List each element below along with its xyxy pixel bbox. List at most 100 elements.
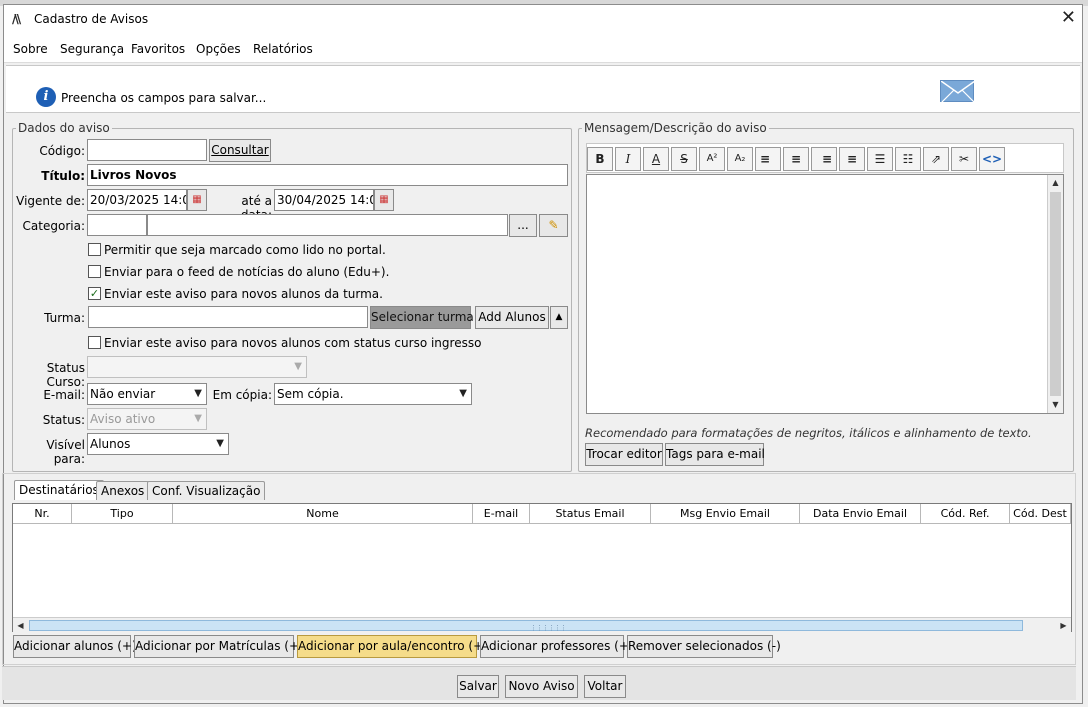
envelope-icon — [940, 80, 976, 104]
chevron-down-icon: ▼ — [216, 438, 224, 449]
info-bar: i Preencha os campos para salvar... — [6, 65, 1080, 113]
adicionar-matriculas-button[interactable]: Adicionar por Matrículas (+) — [134, 635, 304, 658]
tab-destinatarios[interactable]: Destinatários — [14, 480, 104, 500]
bold-icon[interactable]: B — [587, 147, 613, 171]
calendar-icon[interactable]: ▦ — [374, 189, 394, 211]
categoria-name-input[interactable] — [147, 214, 508, 236]
col-cod-dest[interactable]: Cód. Dest — [1010, 504, 1071, 524]
subscript-icon[interactable]: A₂ — [727, 147, 753, 171]
strikethrough-icon[interactable]: S — [671, 147, 697, 171]
align-right-icon[interactable]: ≡ — [811, 147, 837, 171]
bullet-list-icon[interactable]: ☰ — [867, 147, 893, 171]
info-icon: i — [36, 87, 56, 107]
status-select[interactable]: Aviso ativo ▼ — [87, 408, 207, 430]
email-label: E-mail: — [43, 388, 85, 402]
numbered-list-icon[interactable]: ☷ — [895, 147, 921, 171]
vigente-input[interactable]: 20/03/2025 14:01 — [87, 189, 187, 211]
titulo-label: Título: — [41, 169, 85, 183]
superscript-icon[interactable]: A² — [699, 147, 725, 171]
adicionar-professores-button[interactable]: Adicionar professores (+) — [480, 635, 634, 658]
check-status-ingresso[interactable] — [88, 336, 101, 349]
scroll-right-icon[interactable]: ▶ — [1056, 618, 1071, 633]
chevron-down-icon: ▼ — [459, 388, 467, 399]
chevron-down-icon: ▼ — [194, 388, 202, 399]
pencil-icon[interactable]: ✎ — [539, 214, 568, 237]
col-nr[interactable]: Nr. — [13, 504, 72, 524]
status-label: Status: — [42, 413, 85, 427]
salvar-button[interactable]: Salvar — [457, 675, 499, 698]
voltar-button[interactable]: Voltar — [584, 675, 626, 698]
editor-toolbar: B I A S A² A₂ ≡ ≡ ≡ ≡ ☰ ☷ ⇗ ✂ <> — [586, 143, 1064, 173]
col-data-envio-email[interactable]: Data Envio Email — [800, 504, 921, 524]
status-curso-label: Status Curso: — [46, 361, 85, 389]
categoria-code-input[interactable] — [87, 214, 147, 236]
col-nome[interactable]: Nome — [173, 504, 473, 524]
codigo-input[interactable] — [87, 139, 207, 161]
selecionar-turma-button[interactable]: Selecionar turma — [370, 306, 474, 329]
visivel-para-select[interactable]: Alunos ▼ — [87, 433, 229, 455]
check-novos-alunos-turma[interactable]: ✓ — [88, 287, 101, 300]
scroll-thumb[interactable] — [1050, 192, 1061, 396]
menu-sobre[interactable]: Sobre — [13, 42, 48, 56]
collapse-up-icon[interactable]: ▲ — [550, 306, 568, 329]
editor-hint: Recomendado para formatações de negritos… — [585, 426, 1032, 440]
editor-scrollbar[interactable]: ▲ ▼ — [1047, 175, 1063, 413]
titulo-input[interactable]: Livros Novos — [87, 164, 568, 186]
em-copia-select[interactable]: Sem cópia. ▼ — [274, 383, 472, 405]
add-alunos-button[interactable]: Add Alunos — [475, 306, 549, 329]
grid-hscrollbar[interactable]: ◀ ⋮⋮⋮⋮⋮⋮ ▶ — [13, 617, 1071, 632]
turma-input[interactable] — [88, 306, 368, 328]
remover-selecionados-button[interactable]: Remover selecionados (-) — [627, 635, 781, 658]
codigo-label: Código: — [39, 144, 85, 158]
consultar-label: Consultar — [211, 143, 269, 157]
italic-icon[interactable]: I — [615, 147, 641, 171]
check-feed-noticias[interactable] — [88, 265, 101, 278]
align-center-icon[interactable]: ≡ — [783, 147, 809, 171]
cut-icon[interactable]: ✂ — [951, 147, 977, 171]
col-tipo[interactable]: Tipo — [72, 504, 173, 524]
tab-anexos[interactable]: Anexos — [96, 481, 150, 500]
menu-favoritos[interactable]: Favoritos — [131, 42, 185, 56]
adicionar-alunos-button[interactable]: Adicionar alunos (+) — [13, 635, 137, 658]
adicionar-aula-encontro-button[interactable]: Adicionar por aula/encontro (+) — [297, 635, 488, 658]
scroll-up-icon[interactable]: ▲ — [1048, 175, 1063, 191]
col-email[interactable]: E-mail — [473, 504, 530, 524]
menu-opcoes[interactable]: Opções — [196, 42, 241, 56]
tags-email-button[interactable]: Tags para e-mail — [665, 443, 765, 466]
categoria-label: Categoria: — [22, 219, 85, 233]
scroll-left-icon[interactable]: ◀ — [13, 618, 28, 633]
hscroll-thumb[interactable]: ⋮⋮⋮⋮⋮⋮ — [29, 620, 1023, 632]
mensagem-legend: Mensagem/Descrição do aviso — [584, 121, 767, 135]
visivel-para-label: Visível para: — [46, 438, 85, 466]
menu-relatorios[interactable]: Relatórios — [253, 42, 313, 56]
check-lido-portal[interactable] — [88, 243, 101, 256]
menu-bar: Sobre Segurança Favoritos Opções Relatór… — [4, 33, 1082, 63]
window-title: Cadastro de Avisos — [34, 12, 149, 26]
col-status-email[interactable]: Status Email — [530, 504, 651, 524]
trocar-editor-button[interactable]: Trocar editor — [585, 443, 663, 466]
external-link-icon[interactable]: ⇗ — [923, 147, 949, 171]
status-curso-select[interactable]: ▼ — [87, 356, 307, 378]
font-color-icon[interactable]: A — [643, 147, 669, 171]
align-justify-icon[interactable]: ≡ — [839, 147, 865, 171]
source-code-icon[interactable]: <> — [979, 147, 1005, 171]
recipients-grid[interactable]: Nr. Tipo Nome E-mail Status Email Msg En… — [12, 503, 1072, 632]
check-status-ingresso-label: Enviar este aviso para novos alunos com … — [104, 336, 482, 350]
ate-data-input[interactable]: 30/04/2025 14:01 — [274, 189, 374, 211]
categoria-search-button[interactable]: ... — [509, 214, 537, 237]
tab-conf-visualizacao[interactable]: Conf. Visualização — [147, 481, 266, 500]
grip-icon: ⋮⋮⋮⋮⋮⋮ — [530, 624, 567, 632]
chevron-down-icon: ▼ — [194, 413, 202, 424]
novo-aviso-button[interactable]: Novo Aviso — [505, 675, 578, 698]
close-icon[interactable]: ✕ — [1061, 8, 1076, 28]
calendar-icon[interactable]: ▦ — [187, 189, 207, 211]
chevron-down-icon: ▼ — [294, 361, 302, 372]
col-msg-envio-email[interactable]: Msg Envio Email — [651, 504, 800, 524]
email-select[interactable]: Não enviar ▼ — [87, 383, 207, 405]
message-editor[interactable]: ▲ ▼ — [586, 174, 1064, 414]
scroll-down-icon[interactable]: ▼ — [1048, 397, 1063, 413]
align-left-icon[interactable]: ≡ — [755, 147, 781, 171]
consultar-button[interactable]: Consultar — [209, 139, 271, 162]
menu-seguranca[interactable]: Segurança — [60, 42, 124, 56]
col-cod-ref[interactable]: Cód. Ref. — [921, 504, 1010, 524]
